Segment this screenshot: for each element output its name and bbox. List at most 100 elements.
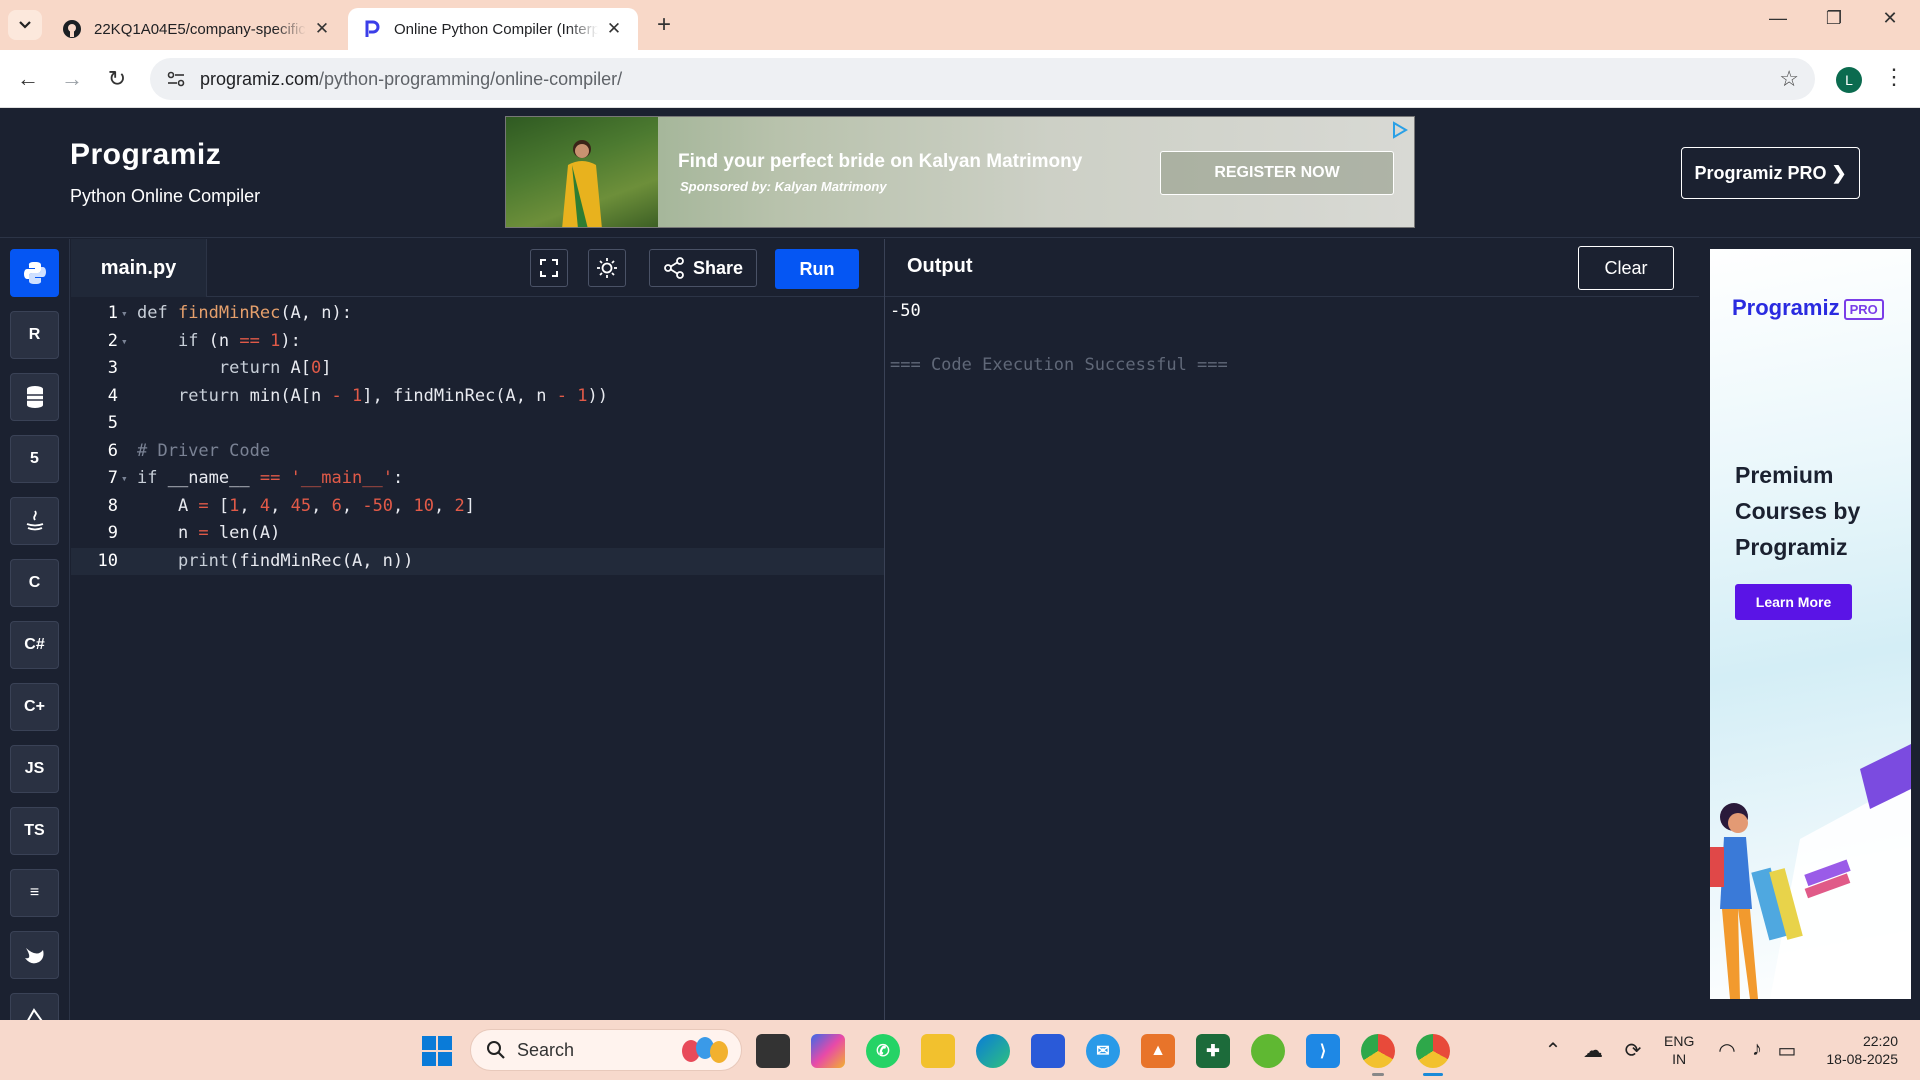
programiz-favicon-icon bbox=[362, 19, 382, 39]
register-now-button[interactable]: REGISTER NOW bbox=[1160, 151, 1394, 195]
whatsapp-icon[interactable]: ✆ bbox=[866, 1034, 900, 1068]
chrome-profile-p-icon[interactable] bbox=[1361, 1034, 1395, 1068]
top-ad-banner[interactable]: Find your perfect bride on Kalyan Matrim… bbox=[505, 116, 1415, 228]
sync-icon[interactable]: ⟳ bbox=[1620, 1038, 1646, 1063]
tab-programiz[interactable]: Online Python Compiler (Interpreter) ✕ bbox=[348, 8, 638, 50]
tab-search-dropdown[interactable] bbox=[8, 10, 42, 40]
copilot-icon[interactable] bbox=[811, 1034, 845, 1068]
restore-icon[interactable]: ❐ bbox=[1814, 8, 1854, 29]
bookmark-star-icon[interactable]: ☆ bbox=[1779, 66, 1799, 92]
forward-icon[interactable]: → bbox=[57, 64, 87, 94]
code-token: [ bbox=[208, 495, 230, 516]
code-line[interactable]: 5 bbox=[71, 410, 884, 437]
onedrive-icon[interactable]: ☁ bbox=[1580, 1038, 1606, 1063]
profile-avatar[interactable]: L bbox=[1836, 67, 1862, 93]
address-bar[interactable]: programiz.com/python-programming/online-… bbox=[150, 58, 1815, 100]
share-button[interactable]: Share bbox=[649, 249, 757, 287]
fold-arrow-icon[interactable]: ▾ bbox=[121, 465, 128, 492]
windows-start-icon[interactable] bbox=[422, 1036, 452, 1066]
code-token: # Driver Code bbox=[137, 440, 271, 461]
programiz-logo[interactable]: Programiz bbox=[70, 138, 221, 172]
theme-toggle-button[interactable] bbox=[588, 249, 626, 287]
taskbar-search[interactable]: Search bbox=[470, 1029, 742, 1071]
code-line[interactable]: 10 print(findMinRec(A, n)) bbox=[71, 547, 884, 575]
code-line[interactable]: 1 ▾ def findMinRec(A, n): bbox=[71, 300, 884, 327]
js-icon[interactable]: JS bbox=[10, 745, 59, 793]
code-token: (n bbox=[208, 330, 240, 351]
wifi-icon[interactable]: ◠ bbox=[1714, 1038, 1740, 1063]
balloons-icon bbox=[682, 1037, 728, 1063]
skype-icon[interactable]: ✉ bbox=[1086, 1034, 1120, 1068]
edge-icon[interactable] bbox=[976, 1034, 1010, 1068]
reload-icon[interactable]: ↻ bbox=[102, 64, 132, 94]
close-tab-icon[interactable]: ✕ bbox=[312, 19, 332, 39]
vscode-icon[interactable]: ⟩ bbox=[1306, 1034, 1340, 1068]
swift-icon[interactable] bbox=[10, 931, 59, 979]
file-tab-main-py[interactable]: main.py bbox=[71, 239, 207, 297]
code-line[interactable]: 6 # Driver Code bbox=[71, 438, 884, 465]
close-window-icon[interactable]: ✕ bbox=[1870, 8, 1910, 29]
chrome-profile-l-icon[interactable] bbox=[1416, 1034, 1450, 1068]
code-token: (findMinRec(A, n)) bbox=[229, 550, 414, 571]
task-view-icon[interactable] bbox=[756, 1034, 790, 1068]
cpp-icon[interactable]: C+ bbox=[10, 683, 59, 731]
r-icon[interactable]: R bbox=[10, 311, 59, 359]
show-hidden-icons-icon[interactable]: ⌃ bbox=[1540, 1038, 1566, 1063]
code-token: 2 bbox=[454, 495, 465, 516]
run-button[interactable]: Run bbox=[775, 249, 859, 289]
new-tab-icon[interactable]: + bbox=[652, 11, 676, 39]
adchoices-icon[interactable] bbox=[1390, 120, 1410, 140]
fold-arrow-icon[interactable]: ▾ bbox=[121, 328, 128, 355]
code-line[interactable]: 9 n = len(A) bbox=[71, 520, 884, 547]
code-token: 4 bbox=[259, 495, 271, 516]
file-explorer-icon[interactable] bbox=[921, 1034, 955, 1068]
csharp-icon[interactable]: C# bbox=[10, 621, 59, 669]
html-icon[interactable]: 5 bbox=[10, 435, 59, 483]
browser-menu-icon[interactable]: ⋮ bbox=[1883, 64, 1905, 90]
editor-toolbar: main.py Share Run bbox=[71, 239, 884, 297]
matlab-icon[interactable]: ▲ bbox=[1141, 1034, 1175, 1068]
language-sidebar: R 5 C C# C+ JS TS ≡ bbox=[0, 239, 70, 1020]
code-line[interactable]: 4 return min(A[n - 1], findMinRec(A, n -… bbox=[71, 383, 884, 410]
code-token: ], findMinRec(A, n bbox=[362, 385, 557, 406]
code-line[interactable]: 8 A = [1, 4, 45, 6, -50, 10, 2] bbox=[71, 493, 884, 520]
c-icon[interactable]: C bbox=[10, 559, 59, 607]
code-line[interactable]: 2 ▾ if (n == 1): bbox=[71, 328, 884, 355]
fold-arrow-icon[interactable]: ▾ bbox=[121, 300, 128, 327]
clear-button[interactable]: Clear bbox=[1578, 246, 1674, 290]
code-token: - bbox=[556, 385, 567, 406]
programiz-pro-button[interactable]: Programiz PRO ❯ bbox=[1681, 147, 1860, 199]
rust-icon[interactable] bbox=[10, 993, 59, 1020]
go-icon[interactable]: ≡ bbox=[10, 869, 59, 917]
close-tab-icon[interactable]: ✕ bbox=[604, 19, 624, 39]
tab-github[interactable]: 22KQ1A04E5/company-specific ✕ bbox=[48, 8, 346, 50]
stacked-app-icon[interactable]: ✚ bbox=[1196, 1034, 1230, 1068]
java-icon[interactable] bbox=[10, 497, 59, 545]
code-token: def bbox=[137, 303, 178, 323]
minimize-icon[interactable]: — bbox=[1758, 8, 1798, 29]
line-number: 4 bbox=[107, 385, 118, 406]
ts-icon[interactable]: TS bbox=[10, 807, 59, 855]
side-ad-programiz-pro[interactable]: Programiz PRO Premium Courses by Programi… bbox=[1710, 249, 1911, 999]
volume-icon[interactable]: ♪ bbox=[1744, 1038, 1770, 1061]
battery-icon[interactable]: ▭ bbox=[1774, 1038, 1800, 1063]
spring-icon[interactable] bbox=[1251, 1034, 1285, 1068]
clock[interactable]: 22:20 18-08-2025 bbox=[1808, 1032, 1898, 1068]
store-icon[interactable] bbox=[1031, 1034, 1065, 1068]
url-host: programiz.com bbox=[200, 68, 320, 89]
learn-more-button[interactable]: Learn More bbox=[1735, 584, 1852, 620]
sql-icon[interactable] bbox=[10, 373, 59, 421]
code-editor[interactable]: 1 ▾ def findMinRec(A, n): 2 ▾ if (n == 1): 3 … bbox=[71, 297, 884, 1020]
chevron-down-icon bbox=[19, 21, 31, 29]
back-icon[interactable]: ← bbox=[13, 64, 43, 94]
site-settings-icon[interactable] bbox=[164, 71, 188, 87]
fullscreen-button[interactable] bbox=[530, 249, 568, 287]
code-line[interactable]: 7 ▾ if __name__ == '__main__': bbox=[71, 465, 884, 492]
python-icon[interactable] bbox=[10, 249, 59, 297]
code-token: len(A) bbox=[208, 523, 281, 543]
code-token: , bbox=[434, 495, 455, 516]
input-language[interactable]: ENG IN bbox=[1664, 1032, 1694, 1068]
code-line[interactable]: 3 return A[0] bbox=[71, 355, 884, 382]
